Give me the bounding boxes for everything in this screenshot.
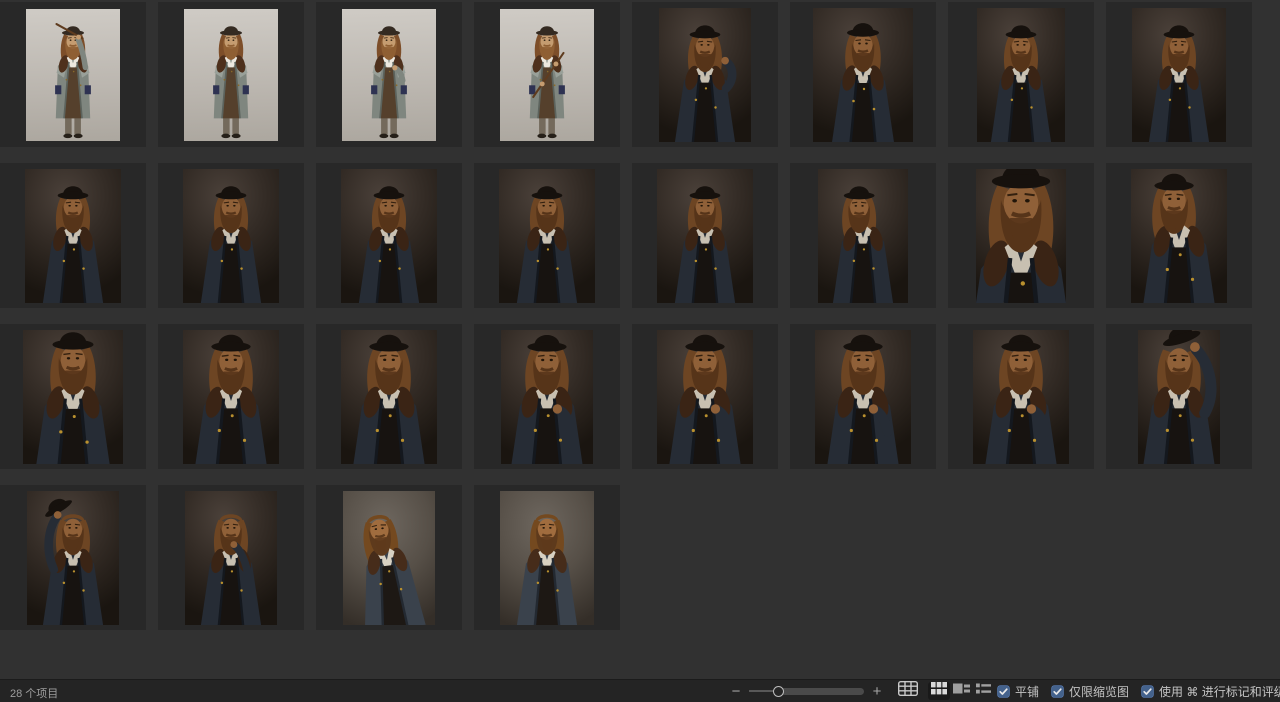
thumbnail-grid-icon xyxy=(931,682,947,700)
photo-image xyxy=(657,169,753,303)
photo-image xyxy=(499,169,595,303)
photo-thumbnail[interactable] xyxy=(0,2,146,147)
photo-thumbnail[interactable] xyxy=(632,163,778,308)
photo-image xyxy=(1132,8,1226,142)
grid-outline-icon xyxy=(898,681,918,701)
zoom-slider-track-left xyxy=(749,690,775,692)
photo-thumbnail[interactable] xyxy=(948,2,1094,147)
photo-image xyxy=(500,9,594,141)
photo-thumbnail[interactable] xyxy=(316,485,462,630)
photo-image xyxy=(26,9,120,141)
photo-image xyxy=(501,330,593,464)
toggle-label: 仅限缩览图 xyxy=(1069,683,1129,700)
photo-image xyxy=(27,491,119,625)
view-mode-grid-outline-button[interactable] xyxy=(897,682,919,700)
photo-thumbnail[interactable] xyxy=(632,2,778,147)
photo-thumbnail[interactable] xyxy=(316,324,462,469)
photo-thumbnail[interactable] xyxy=(158,2,304,147)
zoom-slider-track-right xyxy=(780,688,864,695)
photo-thumbnail[interactable] xyxy=(1106,324,1252,469)
checkbox-checked-icon[interactable] xyxy=(1141,685,1154,698)
photo-image xyxy=(25,169,121,303)
zoom-slider-knob[interactable] xyxy=(773,686,784,697)
photo-thumbnail[interactable] xyxy=(474,324,620,469)
photo-image xyxy=(341,169,437,303)
photo-thumbnail[interactable] xyxy=(474,2,620,147)
view-mode-list-button[interactable] xyxy=(972,682,994,700)
photo-thumbnail[interactable] xyxy=(0,485,146,630)
photo-image xyxy=(976,169,1066,303)
photo-thumbnail[interactable] xyxy=(158,163,304,308)
photo-image xyxy=(977,8,1065,142)
thumbnail-grid xyxy=(0,0,1252,630)
checkbox-checked-icon[interactable] xyxy=(1051,685,1064,698)
zoom-in-button[interactable]: + xyxy=(871,684,883,699)
toggle-label: 使用 ⌘ 进行标记和评级 xyxy=(1159,683,1280,700)
photo-thumbnail[interactable] xyxy=(158,485,304,630)
photo-thumbnail[interactable] xyxy=(474,163,620,308)
thumbnail-list-icon xyxy=(953,682,970,700)
photo-image xyxy=(500,491,594,625)
item-count-label: 28 个项目 xyxy=(10,685,58,701)
photo-thumbnail[interactable] xyxy=(158,324,304,469)
photo-thumbnail[interactable] xyxy=(790,163,936,308)
photo-image xyxy=(657,330,753,464)
photo-thumbnail[interactable] xyxy=(474,485,620,630)
photo-image xyxy=(818,169,908,303)
photo-image xyxy=(343,491,435,625)
photo-thumbnail[interactable] xyxy=(790,324,936,469)
toggle-2[interactable]: 仅限缩览图 xyxy=(1051,683,1129,700)
toggle-label: 平铺 xyxy=(1015,683,1039,700)
photo-image xyxy=(973,330,1069,464)
photo-thumbnail[interactable] xyxy=(1106,2,1252,147)
photo-thumbnail[interactable] xyxy=(790,2,936,147)
photo-thumbnail[interactable] xyxy=(0,324,146,469)
photo-image xyxy=(183,330,279,464)
photo-thumbnail[interactable] xyxy=(0,163,146,308)
photo-image xyxy=(1138,330,1220,464)
photo-image xyxy=(342,9,436,141)
view-mode-buttons xyxy=(897,680,994,702)
photo-thumbnail[interactable] xyxy=(1106,163,1252,308)
photo-thumbnail[interactable] xyxy=(316,2,462,147)
checkbox-checked-icon[interactable] xyxy=(997,685,1010,698)
photo-thumbnail[interactable] xyxy=(948,163,1094,308)
view-mode-thumbnail-grid-button[interactable] xyxy=(928,682,950,700)
status-bar: 28 个项目 − + 平铺 仅限缩览图 使用 ⌘ 进行标记和评级 xyxy=(0,679,1280,702)
photo-image xyxy=(23,330,123,464)
display-toggles: 平铺 仅限缩览图 使用 ⌘ 进行标记和评级 xyxy=(997,680,1280,702)
photo-thumbnail[interactable] xyxy=(948,324,1094,469)
zoom-slider[interactable] xyxy=(749,680,864,702)
zoom-out-button[interactable]: − xyxy=(730,684,742,699)
photo-image xyxy=(185,491,277,625)
zoom-control: − + xyxy=(730,680,883,702)
photo-image xyxy=(183,169,279,303)
toggle-3[interactable]: 使用 ⌘ 进行标记和评级 xyxy=(1141,683,1280,700)
list-icon xyxy=(976,682,991,700)
photo-image xyxy=(659,8,751,142)
photo-image xyxy=(815,330,911,464)
photo-image xyxy=(184,9,278,141)
photo-image xyxy=(1131,169,1227,303)
photo-image xyxy=(813,8,913,142)
photo-thumbnail[interactable] xyxy=(632,324,778,469)
photo-thumbnail[interactable] xyxy=(316,163,462,308)
view-mode-thumbnail-list-button[interactable] xyxy=(950,682,972,700)
photo-image xyxy=(341,330,437,464)
toggle-1[interactable]: 平铺 xyxy=(997,683,1039,700)
